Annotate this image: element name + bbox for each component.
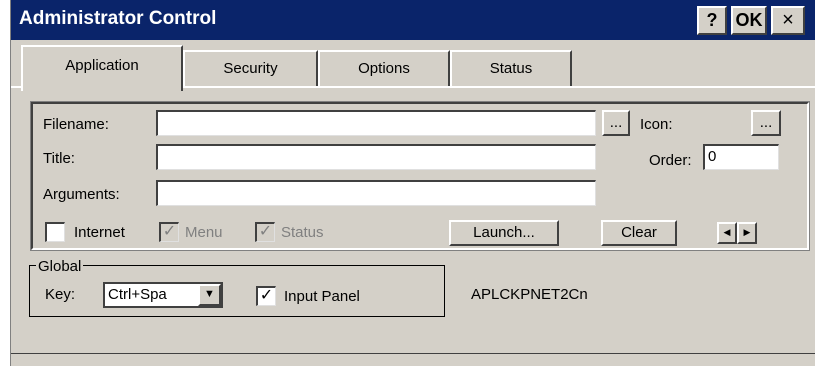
- machine-name-label: APLCKPNET2Cn: [471, 286, 588, 303]
- launch-button[interactable]: Launch...: [449, 220, 559, 246]
- left-arrow-icon: ◀: [723, 227, 731, 237]
- icon-browse-button[interactable]: ...: [751, 110, 781, 136]
- global-groupbox: [29, 265, 445, 317]
- menu-checkbox[interactable]: ✓: [159, 222, 179, 242]
- help-button[interactable]: ?: [697, 6, 727, 35]
- input-panel-label: Input Panel: [284, 288, 360, 305]
- key-select-value: Ctrl+Spa: [108, 286, 167, 303]
- status-checkbox[interactable]: ✓: [255, 222, 275, 242]
- arguments-input[interactable]: [156, 180, 596, 206]
- internet-label: Internet: [74, 224, 125, 241]
- status-label: Status: [281, 224, 324, 241]
- global-group-title: Global: [36, 258, 84, 275]
- prev-arrow-button[interactable]: ◀: [717, 222, 737, 244]
- internet-checkbox[interactable]: [45, 222, 65, 242]
- clear-button[interactable]: Clear: [601, 220, 677, 246]
- filename-browse-button[interactable]: ...: [602, 110, 630, 136]
- arguments-label: Arguments:: [43, 186, 120, 203]
- right-arrow-icon: ▶: [743, 227, 751, 237]
- close-button[interactable]: ×: [771, 6, 805, 35]
- order-label: Order:: [649, 152, 692, 169]
- title-bar: Administrator Control ? OK ×: [11, 0, 815, 40]
- ok-button[interactable]: OK: [731, 6, 767, 35]
- window-title: Administrator Control: [19, 8, 217, 29]
- menu-checkmark-icon: ✓: [162, 223, 177, 240]
- order-input[interactable]: 0: [703, 144, 779, 170]
- status-checkmark-icon: ✓: [258, 223, 273, 240]
- admin-window: Administrator Control ? OK × Application…: [10, 0, 815, 366]
- title-label: Title:: [43, 150, 75, 167]
- icon-label: Icon:: [640, 116, 673, 133]
- next-arrow-button[interactable]: ▶: [737, 222, 757, 244]
- input-panel-checkmark-icon: ✓: [259, 287, 274, 304]
- chevron-down-icon: ▼: [204, 288, 215, 300]
- filename-input[interactable]: [156, 110, 596, 136]
- filename-label: Filename:: [43, 116, 109, 133]
- menu-label: Menu: [185, 224, 223, 241]
- key-label: Key:: [45, 286, 76, 303]
- tab-security[interactable]: Security: [183, 50, 318, 87]
- key-dropdown-button[interactable]: ▼: [198, 284, 221, 306]
- tab-status[interactable]: Status: [450, 50, 572, 87]
- tab-application[interactable]: Application: [21, 45, 183, 91]
- title-input[interactable]: [156, 144, 596, 170]
- window-bottom-edge: [11, 353, 815, 354]
- tab-options[interactable]: Options: [318, 50, 450, 87]
- input-panel-checkbox[interactable]: ✓: [256, 286, 276, 306]
